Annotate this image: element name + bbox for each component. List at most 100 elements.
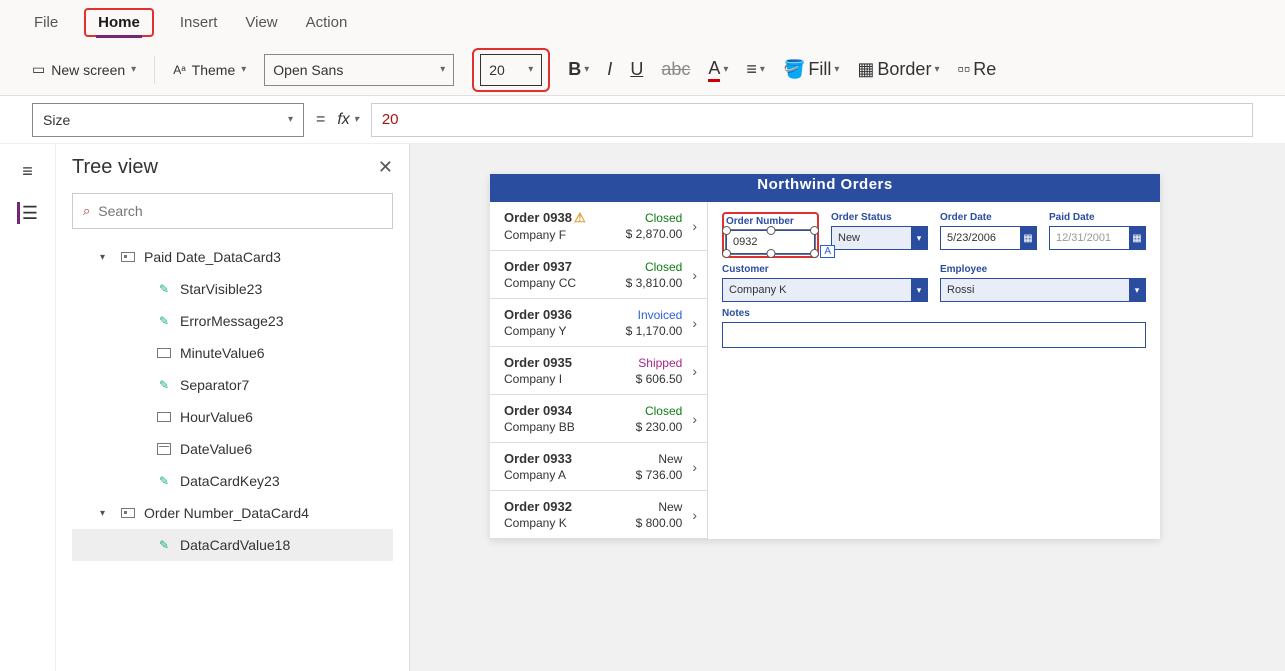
order-status: Shipped <box>636 356 683 370</box>
tree-node[interactable]: ✎ErrorMessage23 <box>72 305 393 337</box>
chevron-right-icon[interactable]: › <box>692 363 697 379</box>
order-gallery[interactable]: Order 0938⚠Company FClosed$ 2,870.00›Ord… <box>490 202 708 539</box>
order-status-dropdown[interactable]: New▾ <box>831 226 928 250</box>
order-date-label: Order Date <box>940 212 1037 223</box>
gallery-item[interactable]: Order 0932Company KNew$ 800.00› <box>490 491 707 539</box>
menu-file[interactable]: File <box>32 10 60 35</box>
strikethrough-button[interactable]: abc <box>661 59 690 80</box>
reorder-button[interactable]: ▫▫Re <box>957 59 996 80</box>
tree-node-label: DataCardValue18 <box>180 537 290 553</box>
caret-icon[interactable]: ▾ <box>100 508 112 519</box>
tree-node[interactable]: DateValue6 <box>72 433 393 465</box>
calendar-icon: ▦ <box>1129 227 1145 249</box>
menu-action[interactable]: Action <box>304 10 350 35</box>
employee-dropdown[interactable]: Rossi▾ <box>940 278 1146 302</box>
order-number-card[interactable]: Order Number 0932 A <box>722 212 819 258</box>
input-icon <box>156 345 172 361</box>
tree-node[interactable]: ✎ DataCardKey23 <box>72 465 393 497</box>
pencil-icon: ✎ <box>156 281 172 297</box>
order-id: Order 0937 <box>504 259 616 274</box>
formula-input[interactable]: 20 <box>371 103 1253 137</box>
tree-node[interactable]: ▾Paid Date_DataCard3 <box>72 241 393 273</box>
reorder-icon: ▫▫ <box>957 59 970 80</box>
tree-node[interactable]: MinuteValue6 <box>72 337 393 369</box>
tree-view-title: Tree view <box>72 156 158 179</box>
font-family-select[interactable]: Open Sans ▾ <box>264 54 454 86</box>
tree-node[interactable]: ✎ DataCardValue18 <box>72 529 393 561</box>
company-name: Company BB <box>504 420 626 434</box>
card-icon <box>120 249 136 265</box>
gallery-item[interactable]: Order 0938⚠Company FClosed$ 2,870.00› <box>490 202 707 251</box>
order-status: Invoiced <box>626 308 683 322</box>
chevron-right-icon[interactable]: › <box>692 218 697 234</box>
order-date-card[interactable]: Order Date 5/23/2006▦ <box>940 212 1037 258</box>
company-name: Company K <box>504 516 626 530</box>
customer-card[interactable]: Customer Company K▾ <box>722 264 928 302</box>
order-amount: $ 2,870.00 <box>626 227 683 241</box>
menu-view[interactable]: View <box>243 10 279 35</box>
gallery-item[interactable]: Order 0937Company CCClosed$ 3,810.00› <box>490 251 707 299</box>
paid-date-input[interactable]: 12/31/2001▦ <box>1049 226 1146 250</box>
gallery-item[interactable]: Order 0935Company IShipped$ 606.50› <box>490 347 707 395</box>
order-amount: $ 3,810.00 <box>626 276 683 290</box>
order-status: New <box>636 500 683 514</box>
notes-card[interactable]: Notes <box>722 308 1146 348</box>
gallery-item[interactable]: Order 0934Company BBClosed$ 230.00› <box>490 395 707 443</box>
paint-bucket-icon: 🪣 <box>783 59 805 80</box>
italic-button[interactable]: I <box>607 59 612 80</box>
tree-node-label: ErrorMessage23 <box>180 313 284 329</box>
search-input[interactable] <box>98 203 382 219</box>
tree-view-icon[interactable]: ☰ <box>17 202 39 224</box>
order-status-card[interactable]: Order Status New▾ <box>831 212 928 258</box>
tree-search[interactable]: ⌕ <box>72 193 393 229</box>
align-button[interactable]: ≡▾ <box>746 59 765 80</box>
gallery-item[interactable]: Order 0936Company YInvoiced$ 1,170.00› <box>490 299 707 347</box>
chevron-right-icon[interactable]: › <box>692 267 697 283</box>
calendar-icon: ▦ <box>1020 227 1036 249</box>
property-select[interactable]: Size ▾ <box>32 103 304 137</box>
bold-button[interactable]: B▾ <box>568 59 589 80</box>
chevron-right-icon[interactable]: › <box>692 507 697 523</box>
font-color-button[interactable]: A▾ <box>708 58 728 82</box>
chevron-right-icon[interactable]: › <box>692 459 697 475</box>
tree-node-label: DataCardKey23 <box>180 473 280 489</box>
order-id: Order 0933 <box>504 451 626 466</box>
order-date-input[interactable]: 5/23/2006▦ <box>940 226 1037 250</box>
order-number-value[interactable]: 0932 <box>726 230 815 254</box>
border-icon: ▦ <box>857 59 874 80</box>
pencil-icon: ✎ <box>156 537 172 553</box>
order-status-label: Order Status <box>831 212 928 223</box>
menu-insert[interactable]: Insert <box>178 10 220 35</box>
pencil-icon: ✎ <box>156 473 172 489</box>
chevron-down-icon: ▾ <box>131 64 136 75</box>
hamburger-icon[interactable]: ≡ <box>17 160 39 182</box>
tree-node[interactable]: HourValue6 <box>72 401 393 433</box>
warning-icon: ⚠ <box>574 210 586 225</box>
menu-home[interactable]: Home <box>96 10 142 38</box>
fill-button[interactable]: 🪣Fill▾ <box>783 59 839 80</box>
tree-node[interactable]: ✎StarVisible23 <box>72 273 393 305</box>
order-status: Closed <box>626 211 683 225</box>
order-form: Order Number 0932 A Order Status New▾ <box>708 202 1160 539</box>
tree-node[interactable]: ▾Order Number_DataCard4 <box>72 497 393 529</box>
paid-date-card[interactable]: Paid Date 12/31/2001▦ <box>1049 212 1146 258</box>
chevron-right-icon[interactable]: › <box>692 315 697 331</box>
fx-button[interactable]: fx▾ <box>337 111 358 129</box>
search-icon: ⌕ <box>83 203 90 219</box>
border-button[interactable]: ▦Border▾ <box>857 59 939 80</box>
notes-input[interactable] <box>722 322 1146 348</box>
order-status: Closed <box>626 260 683 274</box>
theme-button[interactable]: Aᵃ Theme ▾ <box>173 62 246 78</box>
tree-node[interactable]: ✎Separator7 <box>72 369 393 401</box>
order-id: Order 0938⚠ <box>504 210 616 226</box>
chevron-right-icon[interactable]: › <box>692 411 697 427</box>
customer-dropdown[interactable]: Company K▾ <box>722 278 928 302</box>
caret-icon[interactable]: ▾ <box>100 252 112 263</box>
gallery-item[interactable]: Order 0933Company ANew$ 736.00› <box>490 443 707 491</box>
chevron-down-icon: ▾ <box>1129 279 1145 301</box>
close-icon[interactable]: ✕ <box>378 157 393 178</box>
new-screen-button[interactable]: ▭ New screen ▾ <box>32 61 136 78</box>
underline-button[interactable]: U <box>630 59 643 80</box>
font-size-select[interactable]: 20 ▾ <box>480 54 542 86</box>
employee-card[interactable]: Employee Rossi▾ <box>940 264 1146 302</box>
